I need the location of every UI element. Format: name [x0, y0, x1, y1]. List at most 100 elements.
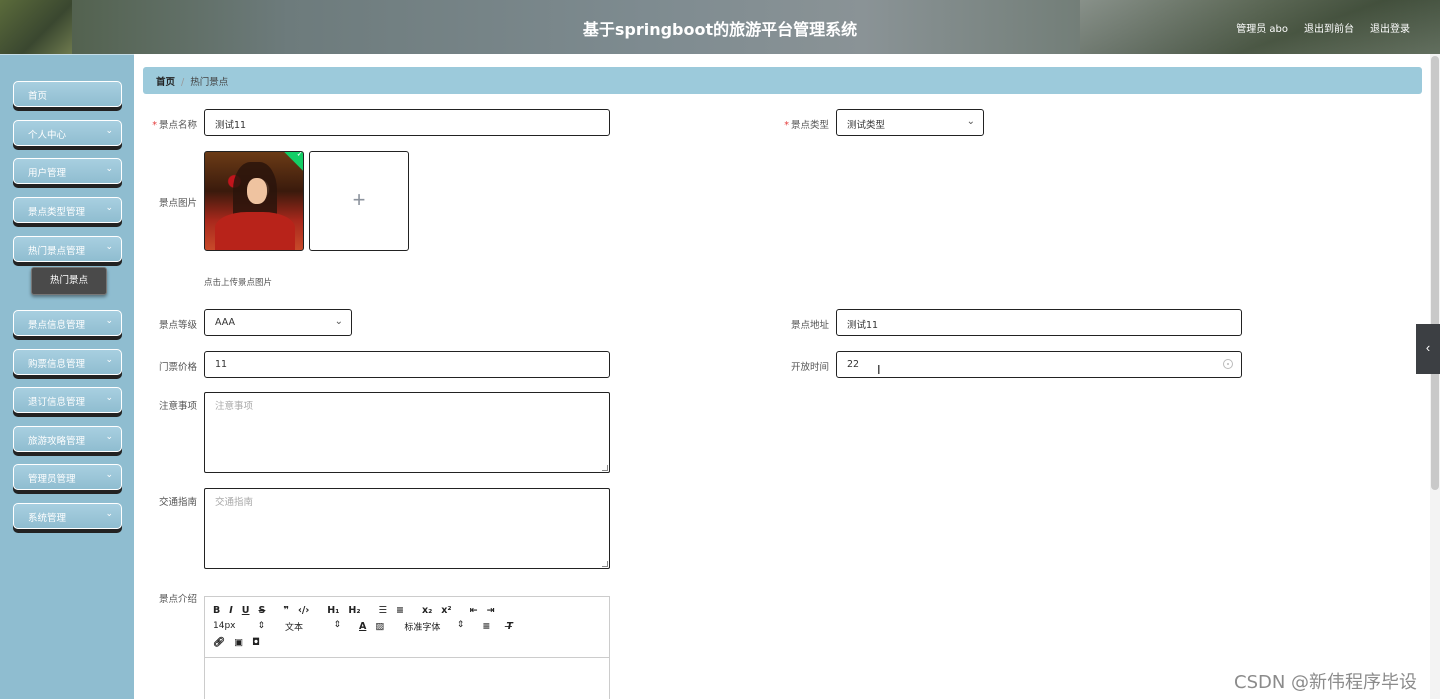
sidebar-item-label: 购票信息管理	[28, 359, 86, 370]
breadcrumb-separator: /	[181, 77, 185, 88]
ticket-price-input[interactable]: 11	[204, 351, 610, 378]
chevron-down-icon: ⌄	[105, 203, 113, 213]
bold-icon[interactable]: B	[213, 605, 220, 616]
notice-placeholder: 注意事项	[215, 401, 254, 412]
sidebar-item-system-management[interactable]: 系统管理 ⌄	[13, 503, 122, 529]
scenic-level-label: 景点等级	[158, 320, 197, 331]
italic-icon[interactable]: I	[229, 605, 233, 616]
sidebar-item-scenic-type-management[interactable]: 景点类型管理 ⌄	[13, 197, 122, 223]
background-color-icon[interactable]: ▨	[375, 621, 384, 632]
scenic-type-select[interactable]: 测试类型 ⌄	[836, 109, 984, 136]
sidebar-item-home[interactable]: 首页	[13, 81, 122, 107]
scenic-type-label: * 景点类型	[769, 117, 829, 131]
required-mark: *	[784, 120, 789, 131]
upload-success-badge: ✓	[281, 152, 303, 174]
sidebar-item-travel-guide-management[interactable]: 旅游攻略管理 ⌄	[13, 426, 122, 452]
resize-handle-icon[interactable]	[602, 465, 608, 471]
traffic-textarea[interactable]: 交通指南	[204, 488, 610, 569]
font-size-value: 14px	[213, 621, 236, 631]
traffic-placeholder: 交通指南	[215, 497, 254, 508]
open-time-value: 22	[847, 359, 860, 370]
sidebar-item-label: 系统管理	[28, 513, 67, 524]
watermark: CSDN @新伟程序毕设	[1234, 672, 1418, 693]
font-size-select[interactable]: 14px ⇕	[213, 621, 273, 631]
sidebar-item-scenic-info-management[interactable]: 景点信息管理 ⌄	[13, 310, 122, 336]
ordered-list-icon[interactable]: ☰	[379, 605, 388, 616]
ticket-price-label: 门票价格	[158, 362, 197, 373]
to-frontend-link[interactable]: 退出到前台	[1304, 20, 1354, 35]
sidebar-item-personal-center[interactable]: 个人中心 ⌄	[13, 120, 122, 146]
breadcrumb-home[interactable]: 首页	[156, 77, 175, 88]
text-style-select[interactable]: 文本 ⇕	[285, 620, 345, 633]
collapse-panel-tab[interactable]: ‹	[1416, 324, 1440, 374]
thumbnail-figure-robe	[215, 212, 295, 250]
bullet-list-icon[interactable]: ≡	[396, 605, 404, 616]
image-upload-button[interactable]: +	[309, 151, 409, 251]
sidebar-item-ticket-management[interactable]: 购票信息管理 ⌄	[13, 349, 122, 375]
scenic-image-label: 景点图片	[158, 198, 197, 209]
sidebar-item-admin-management[interactable]: 管理员管理 ⌄	[13, 464, 122, 490]
rich-text-editor: B I U S ❞ ‹/› H₁ H₂ ☰ ≡ x₂ x² ⇤ ⇥ 14px ⇕ …	[204, 596, 610, 699]
chevron-down-icon: ⌄	[105, 242, 113, 252]
open-time-label: 开放时间	[790, 362, 829, 373]
heading-1-icon[interactable]: H₁	[327, 605, 339, 616]
chevron-down-icon: ⌄	[105, 316, 113, 326]
scenic-name-label-text: 景点名称	[158, 120, 197, 131]
uploaded-image-thumbnail[interactable]: ✓	[204, 151, 304, 251]
clear-icon[interactable]	[1223, 359, 1233, 369]
align-icon[interactable]: ≡	[482, 621, 490, 632]
chevron-down-icon: ⌄	[334, 316, 343, 327]
chevron-updown-icon: ⇕	[257, 621, 265, 631]
font-color-icon[interactable]: A	[359, 621, 366, 632]
sidebar-item-label: 用户管理	[28, 168, 67, 179]
scenic-address-value: 测试11	[847, 320, 879, 331]
video-icon[interactable]: ◘	[252, 637, 260, 648]
sidebar-subitem-hot-spots[interactable]: 热门景点	[31, 267, 107, 295]
scenic-name-value: 测试11	[215, 120, 247, 131]
image-icon[interactable]: ▣	[234, 637, 243, 648]
chevron-updown-icon: ⇕	[456, 619, 465, 630]
link-icon[interactable]: 🔗︎	[213, 637, 225, 648]
open-time-input[interactable]: 22	[836, 351, 1242, 378]
sidebar-item-refund-management[interactable]: 退订信息管理 ⌄	[13, 387, 122, 413]
resize-handle-icon[interactable]	[602, 561, 608, 567]
indent-icon[interactable]: ⇥	[487, 605, 495, 616]
heading-2-icon[interactable]: H₂	[348, 605, 360, 616]
chevron-left-icon: ‹	[1425, 340, 1431, 355]
logout-link[interactable]: 退出登录	[1370, 20, 1410, 35]
sidebar-item-label: 热门景点管理	[28, 246, 86, 257]
scenic-level-select[interactable]: AAA ⌄	[204, 309, 352, 336]
plus-icon: +	[352, 187, 366, 212]
top-header: 基于springboot的旅游平台管理系统 管理员 abo 退出到前台 退出登录	[0, 0, 1440, 54]
sidebar	[0, 54, 134, 699]
scrollbar-thumb[interactable]	[1431, 56, 1439, 490]
chevron-updown-icon: ⇕	[333, 619, 341, 630]
blockquote-icon[interactable]: ❞	[283, 605, 289, 616]
sidebar-item-label: 旅游攻略管理	[28, 436, 86, 447]
text-cursor-icon: I	[877, 362, 881, 377]
chevron-down-icon: ⌄	[105, 432, 113, 442]
subscript-icon[interactable]: x₂	[422, 605, 432, 616]
breadcrumb-current: 热门景点	[190, 77, 229, 88]
app-title: 基于springboot的旅游平台管理系统	[582, 20, 858, 39]
sidebar-item-user-management[interactable]: 用户管理 ⌄	[13, 158, 122, 184]
sidebar-item-label: 景点信息管理	[28, 320, 86, 331]
intro-label: 景点介绍	[158, 594, 197, 605]
outdent-icon[interactable]: ⇤	[470, 605, 478, 616]
notice-label: 注意事项	[158, 401, 197, 412]
text-style-value: 文本	[285, 622, 304, 633]
clear-format-icon[interactable]: T̶	[506, 621, 512, 632]
notice-textarea[interactable]: 注意事项	[204, 392, 610, 473]
chevron-down-icon: ⌄	[105, 126, 113, 136]
font-family-select[interactable]: 标准字体 ⇕	[404, 620, 468, 633]
chevron-down-icon: ⌄	[966, 116, 975, 127]
scenic-address-input[interactable]: 测试11	[836, 309, 1242, 336]
code-block-icon[interactable]: ‹/›	[298, 605, 309, 616]
underline-icon[interactable]: U	[242, 605, 250, 616]
admin-username: 管理员 abo	[1236, 24, 1288, 35]
strikethrough-icon[interactable]: S	[259, 605, 266, 616]
scenic-name-input[interactable]: 测试11	[204, 109, 610, 136]
header-links: 管理员 abo 退出到前台 退出登录	[1236, 20, 1410, 35]
superscript-icon[interactable]: x²	[441, 605, 451, 616]
sidebar-item-hot-spot-management[interactable]: 热门景点管理 ⌄	[13, 236, 122, 262]
